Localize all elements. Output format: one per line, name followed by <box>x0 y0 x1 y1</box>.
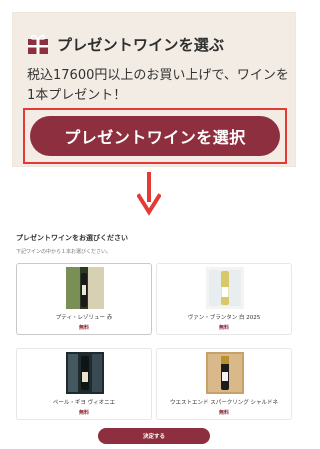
promo-header: プレゼントワインを選ぶ <box>27 33 224 55</box>
arrow-down-icon <box>137 172 161 216</box>
wine-name: ペール・ギヨ ヴィオニエ <box>52 400 116 406</box>
promo-title: プレゼントワインを選ぶ <box>57 35 225 54</box>
promo-description: 税込17600円以上のお買い上げで、ワインを1本プレゼント！ <box>27 68 289 103</box>
wine-option-card[interactable]: プティ・レゾリュー 赤 無料 <box>16 263 152 335</box>
selection-note: 下記ワインの中から１本お選びください。 <box>16 249 112 255</box>
decide-button[interactable]: 決定する <box>98 428 210 444</box>
wine-name: ウエストエンド スパークリング シャルドネ <box>170 400 278 406</box>
wine-option-card[interactable]: ヴァン・ブランタン 白 2025 無料 <box>156 263 292 335</box>
wine-option-card[interactable]: ウエストエンド スパークリング シャルドネ 無料 <box>156 348 292 420</box>
select-present-wine-button[interactable]: プレゼントワインを選択 <box>30 116 280 156</box>
wine-price: 無料 <box>78 325 89 331</box>
cta-highlight-frame: プレゼントワインを選択 <box>23 108 287 164</box>
wine-price: 無料 <box>218 410 229 416</box>
wine-option-card[interactable]: ペール・ギヨ ヴィオニエ 無料 <box>16 348 152 420</box>
wine-image <box>66 267 104 309</box>
wine-price: 無料 <box>218 325 229 331</box>
wine-image <box>206 267 244 309</box>
wine-image <box>66 352 104 394</box>
wine-image <box>206 352 244 394</box>
gift-icon <box>28 35 48 54</box>
wine-name: プティ・レゾリュー 赤 <box>55 315 113 321</box>
selection-title: プレゼントワインをお選びください <box>16 234 128 242</box>
wine-name: ヴァン・ブランタン 白 2025 <box>187 315 261 321</box>
present-wine-panel: プレゼントワインを選ぶ 税込17600円以上のお買い上げで、ワインを1本プレゼン… <box>12 12 296 167</box>
wine-price: 無料 <box>78 410 89 416</box>
